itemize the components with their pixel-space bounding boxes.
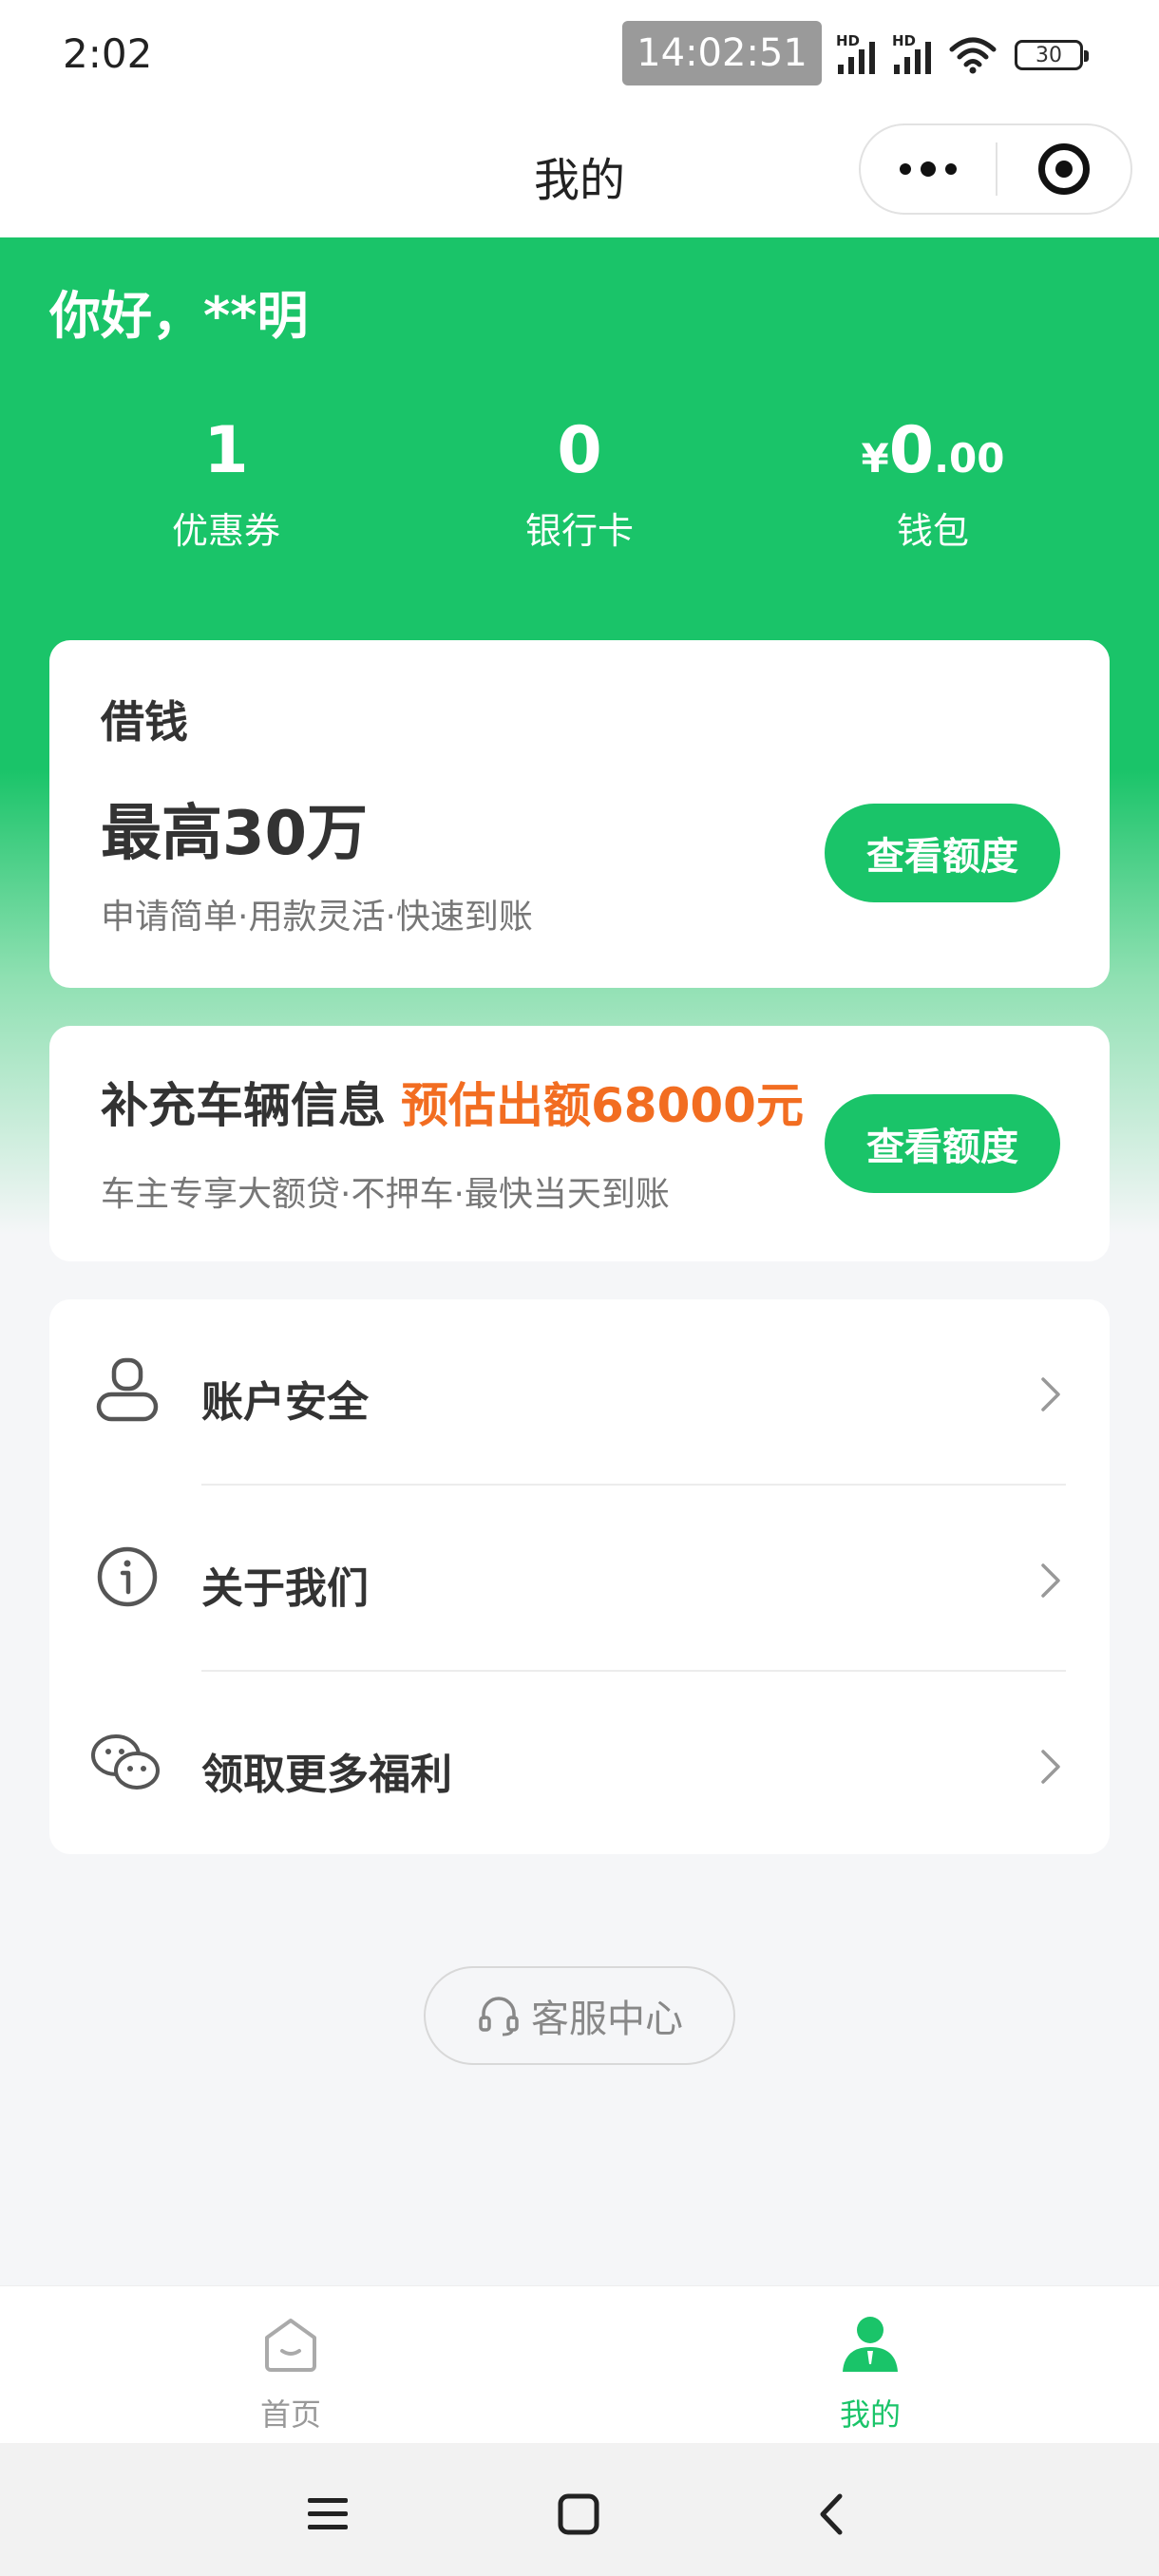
square-icon: [558, 2493, 599, 2535]
stat-label: 钱包: [896, 510, 969, 552]
wallet-decimals: .00: [934, 435, 1005, 482]
car-title: 补充车辆信息 预估出额68000元: [101, 1068, 804, 1136]
battery-icon: 30: [1015, 40, 1089, 70]
stat-label: 银行卡: [524, 510, 634, 552]
mini-program-capsule: [859, 123, 1132, 215]
stat-value: 1: [203, 413, 249, 488]
stat-label: 优惠券: [171, 510, 280, 552]
tab-label: 我的: [839, 2396, 901, 2433]
more-dots-icon: [900, 163, 911, 175]
wechat-icon: [91, 1734, 160, 1790]
chevron-right-icon: [1041, 1563, 1060, 1598]
signal-icon-2: HD: [892, 32, 931, 74]
view-car-credit-button[interactable]: 查看额度: [825, 1094, 1060, 1193]
customer-service-button[interactable]: 客服中心: [424, 1966, 735, 2065]
status-icons: HD HD 30: [836, 28, 1089, 82]
status-time: 2:02: [63, 30, 153, 77]
tab-home[interactable]: 首页: [186, 2313, 395, 2434]
nav-bar: 我的: [0, 114, 1159, 237]
stat-coupons[interactable]: 1 优惠券: [84, 408, 369, 554]
home-button[interactable]: [545, 2481, 612, 2548]
loan-card: 借钱 最高30万 申请简单·用款灵活·快速到账 查看额度: [49, 640, 1110, 988]
clock-overlay: 14:02:51: [622, 21, 822, 85]
status-bar: 2:02 14:02:51 HD HD 30: [0, 0, 1159, 114]
back-icon: [820, 2493, 843, 2535]
menu-item-more-benefits[interactable]: 领取更多福利: [49, 1672, 1110, 1856]
greeting: 你好，**明: [49, 286, 309, 346]
chevron-right-icon: [1041, 1377, 1060, 1411]
tab-bar: 首页 我的: [0, 2285, 1159, 2443]
target-icon: [1037, 143, 1090, 195]
system-navigation-bar: [0, 2443, 1159, 2576]
recent-apps-button[interactable]: [294, 2481, 361, 2548]
headset-icon: [479, 1997, 519, 2036]
person-icon: [843, 2317, 898, 2372]
wallet-amount: 0: [888, 413, 935, 488]
home-icon: [265, 2319, 316, 2372]
menu-label: 账户安全: [201, 1378, 369, 1427]
tab-label: 首页: [259, 2396, 321, 2433]
close-mini-program-button[interactable]: [998, 143, 1130, 195]
stat-wallet[interactable]: ¥0.00 钱包: [790, 408, 1075, 554]
stat-value: 0: [557, 413, 602, 488]
menu-icon: [308, 2498, 348, 2529]
signal-label: HD: [836, 32, 861, 49]
menu-item-about-us[interactable]: 关于我们: [49, 1486, 1110, 1670]
chevron-right-icon: [1041, 1750, 1060, 1784]
signal-icon: HD: [836, 32, 875, 74]
view-credit-button[interactable]: 查看额度: [825, 804, 1060, 902]
signal-label-2: HD: [892, 32, 917, 49]
car-title-text: 补充车辆信息: [101, 1078, 386, 1133]
wifi-icon: [949, 37, 997, 74]
loan-title: 借钱: [101, 696, 188, 748]
stat-bank-cards[interactable]: 0 银行卡: [437, 408, 722, 554]
estimated-amount: 预估出额68000元: [401, 1078, 804, 1133]
info-icon: [97, 1546, 158, 1607]
car-subtitle: 车主专享大额贷·不押车·最快当天到账: [101, 1175, 670, 1214]
menu-item-account-security[interactable]: 账户安全: [49, 1299, 1110, 1484]
menu-label: 关于我们: [201, 1564, 369, 1613]
service-label: 客服中心: [531, 1998, 683, 2041]
currency-symbol: ¥: [861, 435, 889, 482]
user-icon: [96, 1357, 159, 1422]
loan-amount: 最高30万: [101, 799, 369, 869]
stat-value-wallet: ¥0.00: [790, 408, 1075, 494]
tab-mine[interactable]: 我的: [766, 2313, 975, 2434]
menu-label: 领取更多福利: [201, 1751, 452, 1799]
back-button[interactable]: [800, 2481, 866, 2548]
more-menu-button[interactable]: [861, 161, 996, 177]
car-info-card: 补充车辆信息 预估出额68000元 车主专享大额贷·不押车·最快当天到账 查看额度: [49, 1026, 1110, 1261]
menu-list: 账户安全 关于我们 领取更多福利: [49, 1299, 1110, 1854]
loan-subtitle: 申请简单·用款灵活·快速到账: [101, 898, 533, 937]
